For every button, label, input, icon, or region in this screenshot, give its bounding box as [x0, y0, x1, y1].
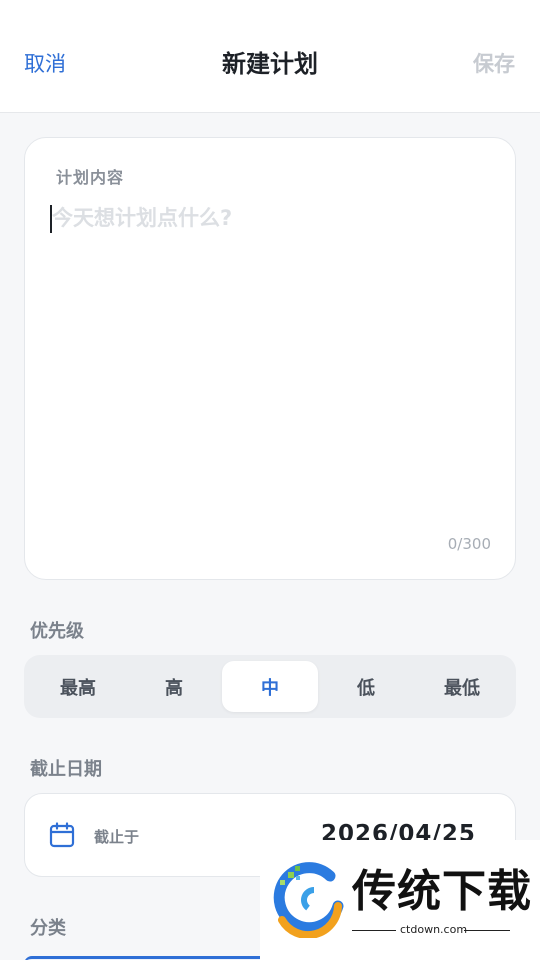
- calendar-icon: [49, 822, 75, 848]
- deadline-field-label: 截止于: [94, 828, 140, 846]
- plan-content-input[interactable]: [52, 202, 492, 502]
- watermark-rule-left: [352, 930, 396, 931]
- priority-option-low[interactable]: 低: [318, 661, 414, 712]
- watermark-site: ctdown.com: [400, 923, 468, 936]
- priority-option-lowest[interactable]: 最低: [414, 661, 510, 712]
- category-selector[interactable]: [24, 956, 274, 960]
- priority-segmented-control: 最高 高 中 低 最低: [24, 655, 516, 718]
- top-bar: 取消 新建计划 保存: [0, 0, 540, 113]
- priority-option-high[interactable]: 高: [126, 661, 222, 712]
- watermark: 传统下载 ctdown.com: [260, 840, 540, 960]
- priority-option-medium[interactable]: 中: [222, 661, 318, 712]
- plan-content-label: 计划内容: [56, 168, 125, 187]
- char-counter: 0/300: [447, 535, 491, 553]
- save-button[interactable]: 保存: [473, 50, 515, 78]
- category-label: 分类: [30, 918, 66, 939]
- page-title: 新建计划: [222, 50, 318, 78]
- watermark-brand: 传统下载: [352, 866, 532, 917]
- deadline-label: 截止日期: [30, 759, 102, 780]
- priority-option-highest[interactable]: 最高: [30, 661, 126, 712]
- ctdown-logo-icon: [273, 862, 344, 938]
- watermark-rule-right: [464, 930, 510, 931]
- priority-label: 优先级: [30, 621, 84, 642]
- plan-content-card: 计划内容 0/300: [24, 137, 516, 580]
